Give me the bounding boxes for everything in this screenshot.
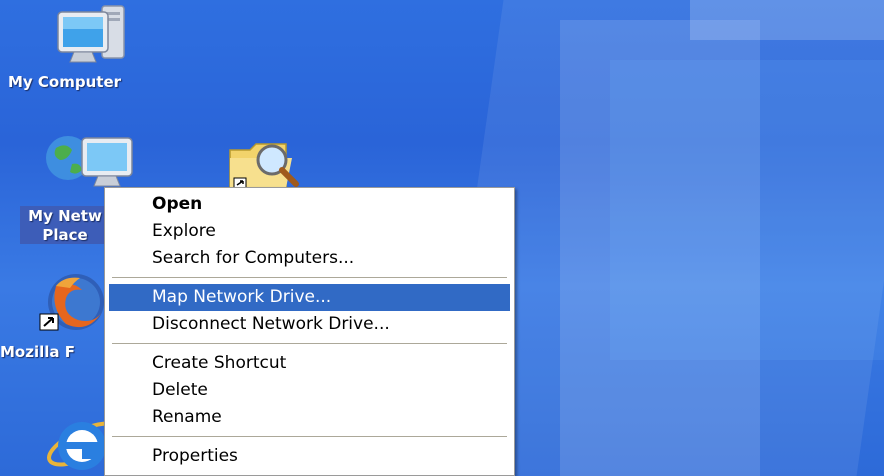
menu-separator (112, 343, 507, 344)
network-places-label-line2: Place (42, 226, 88, 244)
menu-item-open[interactable]: Open (109, 191, 510, 218)
menu-separator (112, 436, 507, 437)
my-computer-label: My Computer (8, 73, 122, 91)
wallpaper-streak (690, 0, 884, 40)
desktop-icon-mozilla-firefox[interactable]: Mozilla F (0, 268, 110, 361)
desktop[interactable]: My Computer My Netw Place Mozilla F Open… (0, 0, 884, 476)
desktop-icon-search[interactable] (226, 138, 316, 190)
context-menu: Open Explore Search for Computers... Map… (104, 187, 515, 476)
menu-item-create-shortcut[interactable]: Create Shortcut (109, 350, 510, 377)
menu-item-map-network-drive[interactable]: Map Network Drive... (109, 284, 510, 311)
my-computer-icon (57, 5, 125, 63)
network-places-label-line1: My Netw (28, 207, 102, 225)
search-folder-icon (229, 143, 299, 189)
desktop-icon-my-computer[interactable]: My Computer (8, 2, 168, 91)
menu-item-properties[interactable]: Properties (109, 443, 510, 470)
menu-item-rename[interactable]: Rename (109, 404, 510, 431)
menu-item-explore[interactable]: Explore (109, 218, 510, 245)
menu-item-search-for-computers[interactable]: Search for Computers... (109, 245, 510, 272)
menu-separator (112, 277, 507, 278)
mozilla-firefox-label: Mozilla F (0, 343, 75, 361)
menu-item-delete[interactable]: Delete (109, 377, 510, 404)
wallpaper-streak (610, 60, 884, 360)
menu-item-disconnect-network-drive[interactable]: Disconnect Network Drive... (109, 311, 510, 338)
